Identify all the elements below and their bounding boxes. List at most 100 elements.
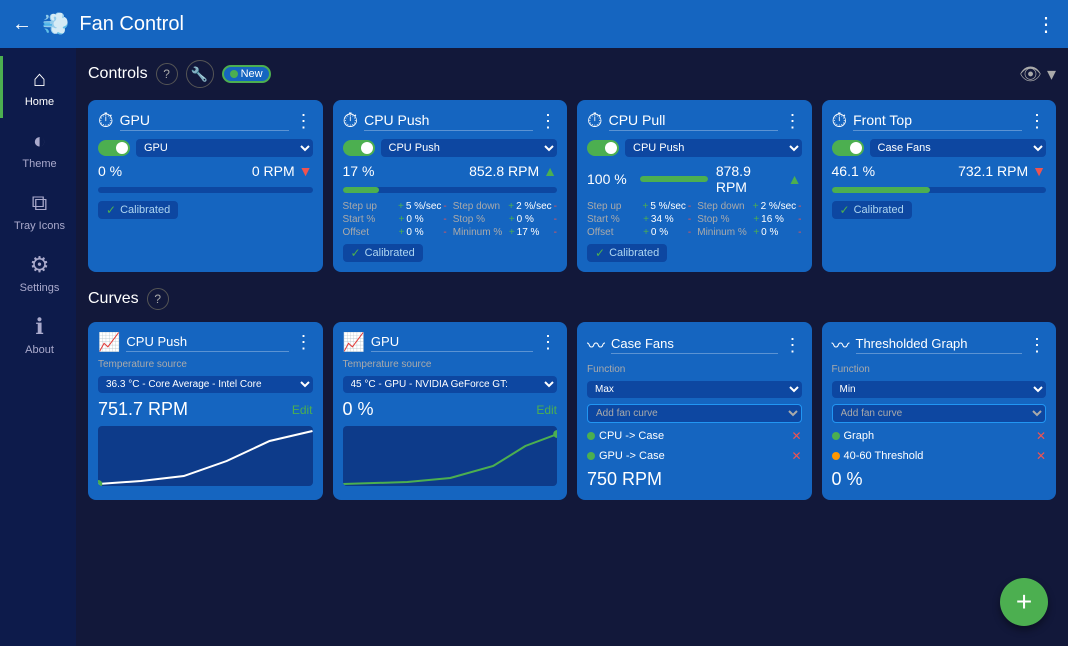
back-button[interactable]: ←: [12, 13, 32, 36]
minimum-minus[interactable]: -: [554, 227, 557, 238]
start-pct-label: Start %: [343, 214, 397, 225]
sidebar-item-theme[interactable]: ◐ Theme: [0, 118, 76, 180]
cpu-push-edit-button[interactable]: Edit: [292, 403, 313, 417]
sidebar-about-label: About: [25, 344, 54, 356]
gpu-edit-button[interactable]: Edit: [536, 403, 557, 417]
app-title: Fan Control: [79, 13, 1026, 36]
cpu-push-curve-row: CPU Push: [343, 139, 558, 157]
front-top-curve-select[interactable]: Case Fans: [870, 139, 1047, 157]
gpu-curve-select[interactable]: GPU: [136, 139, 313, 157]
cpu-push-toggle[interactable]: [343, 140, 375, 156]
thresholded-curve-menu[interactable]: ⋮: [1028, 335, 1046, 356]
cpu-pull-toggle[interactable]: [587, 140, 619, 156]
cpu-push-card-menu[interactable]: ⋮: [539, 111, 557, 132]
gpu-speed-row: 0 % 0 RPM ▼: [98, 163, 313, 179]
cpu-pull-percent: 100 %: [587, 171, 632, 187]
thresholded-add-curve-select[interactable]: Add fan curve: [832, 404, 1047, 423]
offset-minus[interactable]: -: [443, 227, 446, 238]
start-plus[interactable]: +: [399, 214, 405, 225]
new-badge-label: New: [241, 68, 263, 80]
cpu-pull-offset-label: Offset: [587, 227, 641, 238]
controls-wrench-button[interactable]: 🔧: [186, 60, 214, 88]
cpu-pull-start-minus[interactable]: -: [688, 214, 691, 225]
case-fans-curve-icon: 〰: [587, 332, 605, 358]
cpu-push-rpm: 852.8 RPM: [392, 163, 540, 179]
thresholded-link-label-1: 40-60 Threshold: [844, 450, 924, 462]
cpu-pull-start-plus[interactable]: +: [643, 214, 649, 225]
step-down-plus[interactable]: +: [508, 201, 514, 212]
cpu-pull-offset-minus[interactable]: -: [688, 227, 691, 238]
minimum-label: Mininum %: [453, 227, 507, 238]
controls-help-button[interactable]: ?: [156, 63, 178, 85]
stop-minus[interactable]: -: [554, 214, 557, 225]
thresholded-link-label-0: Graph: [844, 430, 875, 442]
app-icon: 💨: [42, 11, 69, 37]
tray-icon: ⧉: [32, 190, 48, 216]
topbar-menu-button[interactable]: ⋮: [1036, 12, 1056, 37]
cpu-push-speed-row: 17 % 852.8 RPM ▲: [343, 163, 558, 179]
cpu-pull-stop-plus[interactable]: +: [753, 214, 759, 225]
gpu-toggle[interactable]: [98, 140, 130, 156]
offset-row: Offset + 0 % -: [343, 227, 447, 238]
cpu-pull-card-menu[interactable]: ⋮: [784, 111, 802, 132]
cpu-pull-step-up-row: Step up + 5 %/sec -: [587, 201, 691, 212]
thresholded-link-remove-1[interactable]: ✕: [1036, 449, 1046, 463]
thresholded-link-row-0: Graph ✕: [832, 429, 1047, 443]
sidebar-item-about[interactable]: ℹ About: [0, 304, 76, 366]
cpu-pull-step-up-plus[interactable]: +: [642, 201, 648, 212]
curves-help-button[interactable]: ?: [147, 288, 169, 310]
visibility-button[interactable]: 👁 ▾: [1019, 64, 1056, 85]
offset-plus[interactable]: +: [399, 227, 405, 238]
case-fans-curve-menu[interactable]: ⋮: [784, 335, 802, 356]
step-up-plus[interactable]: +: [398, 201, 404, 212]
front-top-toggle[interactable]: [832, 140, 864, 156]
sidebar-home-label: Home: [25, 96, 54, 108]
cpu-push-temp-select[interactable]: 36.3 °C - Core Average - Intel Core: [98, 376, 313, 393]
content-area: Controls ? 🔧 New 👁 ▾ ⏱ GPU ⋮ GPU: [76, 48, 1068, 646]
cpu-pull-stop-minus[interactable]: -: [798, 214, 801, 225]
cpu-pull-minimum-minus[interactable]: -: [798, 227, 801, 238]
cpu-pull-curve-select[interactable]: CPU Push: [625, 139, 802, 157]
cpu-push-curve-select[interactable]: CPU Push: [381, 139, 558, 157]
add-fab-button[interactable]: +: [1000, 578, 1048, 626]
case-fans-link-remove-1[interactable]: ✕: [791, 449, 801, 463]
cpu-push-rpm-value: 751.7 RPM: [98, 399, 188, 420]
case-fans-func-select[interactable]: Max: [587, 381, 802, 398]
cpu-push-calibrated-label: Calibrated: [365, 247, 415, 259]
cpu-pull-start-row: Start % + 34 % -: [587, 214, 691, 225]
step-up-minus[interactable]: -: [443, 201, 446, 212]
cpu-pull-card-name: CPU Pull: [609, 112, 778, 131]
sidebar: ⌂ Home ◐ Theme ⧉ Tray Icons ⚙ Settings ℹ…: [0, 48, 76, 646]
thresholded-link-remove-0[interactable]: ✕: [1036, 429, 1046, 443]
topbar: ← 💨 Fan Control ⋮: [0, 0, 1068, 48]
front-top-card-menu[interactable]: ⋮: [1028, 111, 1046, 132]
cpu-pull-offset-plus[interactable]: +: [643, 227, 649, 238]
case-fans-link-remove-0[interactable]: ✕: [791, 429, 801, 443]
cpu-pull-step-down-minus[interactable]: -: [798, 201, 801, 212]
gpu-card-menu[interactable]: ⋮: [295, 111, 313, 132]
stop-plus[interactable]: +: [509, 214, 515, 225]
cpu-pull-cal-icon: ✓: [595, 246, 605, 260]
controls-cards-grid: ⏱ GPU ⋮ GPU 0 % 0 RPM ▼: [88, 100, 1056, 272]
thresholded-func-select[interactable]: Min: [832, 381, 1047, 398]
case-fans-add-curve-select[interactable]: Add fan curve: [587, 404, 802, 423]
cpu-push-curve-graph: [98, 426, 313, 486]
cpu-push-curve-menu[interactable]: ⋮: [295, 332, 313, 353]
start-minus[interactable]: -: [443, 214, 446, 225]
gpu-temp-select[interactable]: 45 °C - GPU - NVIDIA GeForce GT:: [343, 376, 558, 393]
gpu-curve-name: GPU: [371, 334, 533, 352]
sidebar-item-settings[interactable]: ⚙ Settings: [0, 242, 76, 304]
start-val: 0 %: [406, 214, 441, 225]
cpu-pull-step-up-minus[interactable]: -: [688, 201, 691, 212]
sidebar-item-tray-icons[interactable]: ⧉ Tray Icons: [0, 180, 76, 242]
cpu-pull-minimum-plus[interactable]: +: [753, 227, 759, 238]
cpu-pull-step-down-plus[interactable]: +: [753, 201, 759, 212]
cpu-push-step-table: Step up + 5 %/sec - Step down + 2 %/sec …: [343, 201, 558, 238]
sidebar-item-home[interactable]: ⌂ Home: [0, 56, 76, 118]
thresholded-curve-icon: 〰: [832, 332, 850, 358]
gpu-curve-menu[interactable]: ⋮: [539, 332, 557, 353]
cpu-push-curve-card: 📈 CPU Push ⋮ Temperature source 36.3 °C …: [88, 322, 323, 500]
step-down-label: Step down: [453, 201, 506, 212]
step-down-minus[interactable]: -: [554, 201, 557, 212]
minimum-plus[interactable]: +: [509, 227, 515, 238]
